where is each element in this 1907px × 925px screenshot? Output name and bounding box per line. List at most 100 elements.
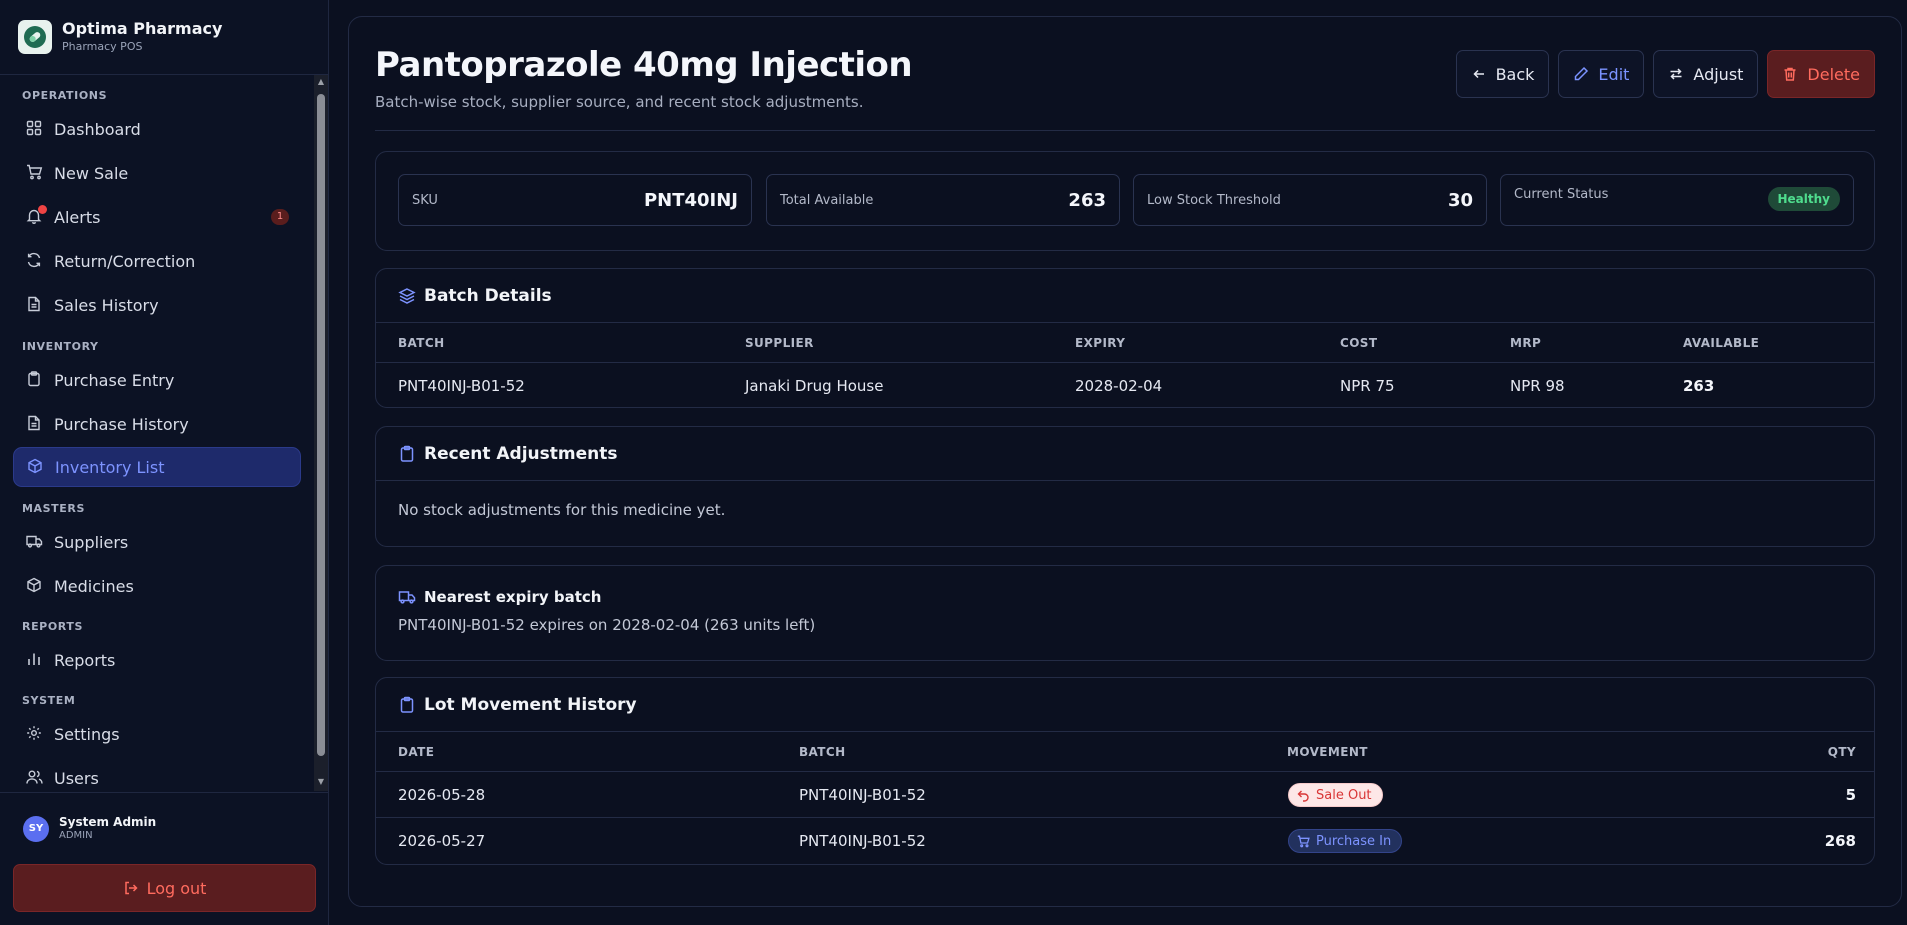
card-title: Recent Adjustments	[424, 443, 618, 464]
card-title: Batch Details	[424, 285, 552, 306]
clipboard-icon	[26, 371, 44, 389]
clipboard-icon	[398, 445, 416, 463]
brand[interactable]: Optima Pharmacy Pharmacy POS	[18, 18, 222, 56]
sidebar: Optima Pharmacy Pharmacy POS OPERATIONS …	[0, 0, 329, 925]
nearest-expiry-text: PNT40INJ-B01-52 expires on 2028-02-04 (2…	[398, 616, 816, 634]
date-cell: 2026-05-28	[398, 786, 486, 804]
user-profile[interactable]: SY System Admin ADMIN	[23, 815, 156, 842]
card-title: Lot Movement History	[424, 694, 637, 715]
sidebar-item-users[interactable]: Users	[13, 758, 301, 791]
page-subtitle: Batch-wise stock, supplier source, and r…	[375, 93, 864, 111]
divider	[0, 792, 328, 793]
sidebar-item-label: Purchase Entry	[54, 370, 175, 390]
sidebar-item-label: Purchase History	[54, 414, 189, 434]
sku-value: PNT40INJ	[643, 189, 738, 211]
sidebar-item-label: Medicines	[54, 576, 134, 596]
section-inventory: INVENTORY	[22, 340, 99, 353]
delete-button[interactable]: Delete	[1767, 50, 1875, 98]
stat-label: Current Status	[1514, 187, 1609, 202]
scroll-down-arrow-icon[interactable]: ▼	[317, 778, 325, 786]
empty-state-text: No stock adjustments for this medicine y…	[398, 501, 726, 519]
sidebar-item-purchase-history[interactable]: Purchase History	[13, 404, 301, 444]
sidebar-item-new-sale[interactable]: New Sale	[13, 153, 301, 193]
scroll-up-arrow-icon[interactable]: ▲	[317, 78, 325, 86]
column-header: MRP	[1510, 336, 1542, 350]
cart-icon	[1297, 835, 1310, 848]
batch-cell: PNT40INJ-B01-52	[799, 786, 926, 804]
alert-dot	[38, 205, 47, 214]
sidebar-scrollbar-thumb[interactable]	[317, 94, 325, 756]
sidebar-item-sales-history[interactable]: Sales History	[13, 285, 301, 325]
stat-label: Low Stock Threshold	[1147, 192, 1281, 208]
sidebar-item-inventory-list[interactable]: Inventory List	[13, 447, 301, 487]
batch-cell: PNT40INJ-B01-52	[799, 832, 926, 850]
lot-movement-history-card: Lot Movement History DATE BATCH MOVEMENT…	[375, 677, 1875, 865]
stat-low-stock-threshold: Low Stock Threshold 30	[1133, 174, 1487, 226]
brand-subtitle: Pharmacy POS	[62, 40, 143, 53]
document-icon	[26, 415, 44, 433]
gear-icon	[26, 725, 44, 743]
pharmacy-logo-icon	[18, 20, 52, 54]
section-reports: REPORTS	[22, 620, 83, 633]
card-header: Batch Details	[376, 269, 1874, 323]
table-row[interactable]: 2026-05-28 PNT40INJ-B01-52 Sale Out 5	[376, 772, 1874, 818]
batch-cell: PNT40INJ-B01-52	[398, 377, 525, 395]
dashboard-icon	[26, 120, 44, 138]
movement-badge: Purchase In	[1288, 829, 1403, 853]
sidebar-item-alerts[interactable]: Alerts 1	[13, 197, 301, 237]
sidebar-item-return-correction[interactable]: Return/Correction	[13, 241, 301, 281]
swap-icon	[1668, 66, 1684, 82]
avatar: SY	[23, 815, 49, 842]
main-panel: Pantoprazole 40mg Injection Batch-wise s…	[348, 16, 1902, 907]
clipboard-icon	[398, 696, 416, 714]
sidebar-item-label: Alerts	[54, 207, 101, 227]
column-header: SUPPLIER	[745, 336, 814, 350]
available-cell: 263	[1683, 377, 1715, 395]
table-row[interactable]: PNT40INJ-B01-52 Janaki Drug House 2028-0…	[376, 363, 1874, 409]
movement-badge: Sale Out	[1288, 783, 1383, 807]
section-system: SYSTEM	[22, 694, 76, 707]
table-row[interactable]: 2026-05-27 PNT40INJ-B01-52 Purchase In 2…	[376, 818, 1874, 864]
document-icon	[26, 296, 44, 314]
sidebar-item-dashboard[interactable]: Dashboard	[13, 109, 301, 149]
sidebar-item-label: Reports	[54, 650, 116, 670]
nearest-expiry-card: Nearest expiry batch PNT40INJ-B01-52 exp…	[375, 565, 1875, 661]
bar-chart-icon	[26, 651, 44, 669]
column-header: MOVEMENT	[1287, 745, 1368, 759]
sidebar-item-label: Inventory List	[55, 457, 165, 477]
stats-card: SKU PNT40INJ Total Available 263 Low Sto…	[375, 151, 1875, 251]
logout-button[interactable]: Log out	[13, 864, 316, 912]
sidebar-item-reports[interactable]: Reports	[13, 640, 301, 680]
column-header: EXPIRY	[1075, 336, 1126, 350]
sidebar-item-suppliers[interactable]: Suppliers	[13, 522, 301, 562]
adjust-button[interactable]: Adjust	[1653, 50, 1759, 98]
logout-label: Log out	[146, 878, 207, 898]
back-button[interactable]: Back	[1455, 50, 1550, 98]
status-badge: Healthy	[1767, 187, 1840, 211]
column-header: COST	[1340, 336, 1378, 350]
sidebar-item-medicines[interactable]: Medicines	[13, 566, 301, 606]
bell-icon	[26, 205, 47, 226]
sidebar-nav: OPERATIONS Dashboard New Sale Alerts 1 R…	[0, 75, 312, 791]
stat-label: Total Available	[780, 192, 874, 208]
pencil-icon	[1573, 66, 1589, 82]
page-title: Pantoprazole 40mg Injection	[375, 45, 913, 85]
mrp-cell: NPR 98	[1510, 377, 1565, 395]
arrow-left-icon	[1471, 66, 1487, 82]
sidebar-item-label: New Sale	[54, 163, 129, 183]
box-icon	[26, 577, 44, 595]
column-header: BATCH	[799, 745, 846, 759]
logout-icon	[123, 880, 139, 896]
sidebar-item-settings[interactable]: Settings	[13, 714, 301, 754]
sidebar-item-purchase-entry[interactable]: Purchase Entry	[13, 360, 301, 400]
card-header: Recent Adjustments	[376, 427, 1874, 481]
edit-label: Edit	[1598, 64, 1630, 84]
user-role: ADMIN	[59, 830, 93, 841]
sidebar-item-label: Settings	[54, 724, 120, 744]
layers-icon	[398, 287, 416, 305]
qty-cell: 5	[1845, 786, 1856, 804]
expiry-cell: 2028-02-04	[1075, 377, 1163, 395]
edit-button[interactable]: Edit	[1558, 50, 1645, 98]
column-header: DATE	[398, 745, 435, 759]
section-operations: OPERATIONS	[22, 89, 108, 102]
